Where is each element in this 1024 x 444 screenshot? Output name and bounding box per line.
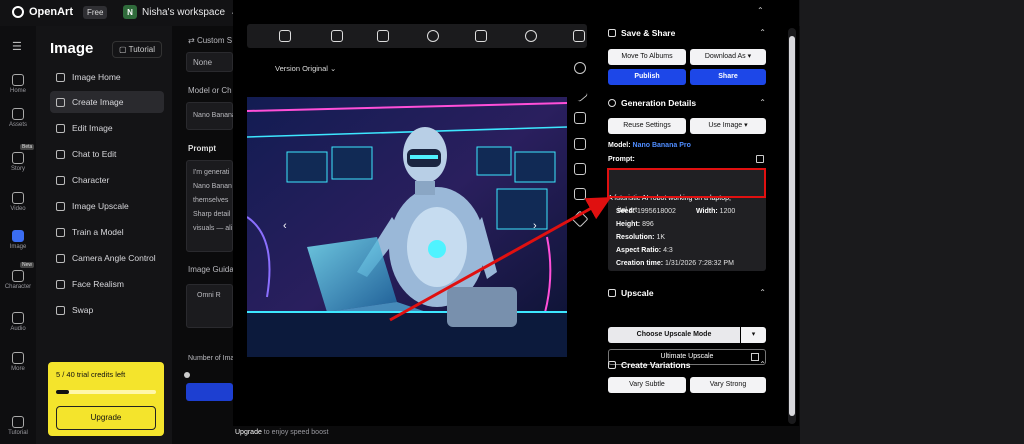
annotation-arrow [389, 197, 612, 322]
